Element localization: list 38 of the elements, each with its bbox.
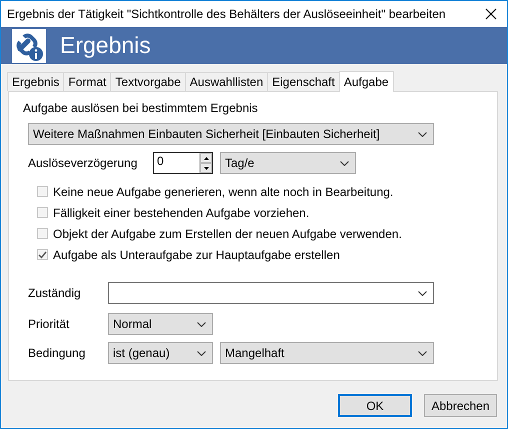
close-icon[interactable] (485, 8, 497, 20)
condition-dropdown[interactable]: Mangelhaft (220, 342, 434, 364)
operator-dropdown[interactable]: ist (genau) (108, 342, 213, 364)
checkbox[interactable] (37, 249, 48, 260)
caret-icon (197, 322, 206, 326)
window-title: Ergebnis der Tätigkeit "Sichtkontrolle des Behälters der Auslöseeinheit" bearbeiten (7, 7, 446, 21)
section-heading: Aufgabe auslösen bei bestimmtem Ergebnis (23, 101, 259, 115)
field-label: Zuständig (28, 286, 82, 300)
dialog-button[interactable]: Abbrechen (424, 394, 497, 417)
tab[interactable]: Textvorgabe (110, 72, 186, 91)
field-label: Priorität (28, 317, 70, 331)
header-title: Ergebnis (60, 32, 151, 59)
unit-dropdown[interactable]: Tag/e (220, 152, 356, 174)
tab[interactable]: Ergebnis (7, 72, 64, 91)
tab[interactable]: Aufgabe (338, 71, 394, 92)
checkbox-label: Keine neue Aufgabe generieren, wenn alte noch in Bearbeitung. (53, 184, 394, 198)
tab[interactable]: Eigenschaft (267, 72, 340, 91)
dialog-button[interactable]: OK (338, 394, 412, 417)
field-label: Bedingung (28, 346, 86, 360)
caret-icon (418, 350, 427, 356)
down-arrow-icon (204, 166, 208, 170)
field-label: Auslöseverzögerung (28, 156, 138, 170)
checkbox[interactable] (37, 228, 48, 239)
caret-icon (340, 160, 349, 166)
up-arrow-icon (204, 156, 208, 160)
checkbox[interactable] (37, 186, 48, 197)
checkbox-label: Aufgabe als Unteraufgabe zur Hauptaufgabe erstellen (53, 248, 340, 262)
delay-spinbox[interactable]: 0 (153, 152, 213, 174)
result-dropdown[interactable]: Weitere Maßnahmen Einbauten Sicherheit [Einbauten Sicherheit] (28, 123, 434, 145)
chain-link-info-icon (12, 28, 46, 62)
caret-icon (418, 132, 427, 136)
checkbox-label: Fälligkeit einer bestehenden Aufgabe vorziehen. (53, 206, 310, 220)
responsible-dropdown[interactable] (108, 282, 434, 304)
checkbox-label: Objekt der Aufgabe zum Erstellen der neuen Aufgabe verwenden. (53, 226, 402, 240)
caret-icon (418, 290, 427, 296)
checkbox[interactable] (37, 207, 48, 218)
caret-icon (197, 350, 206, 356)
priority-dropdown[interactable]: Normal (108, 313, 213, 335)
